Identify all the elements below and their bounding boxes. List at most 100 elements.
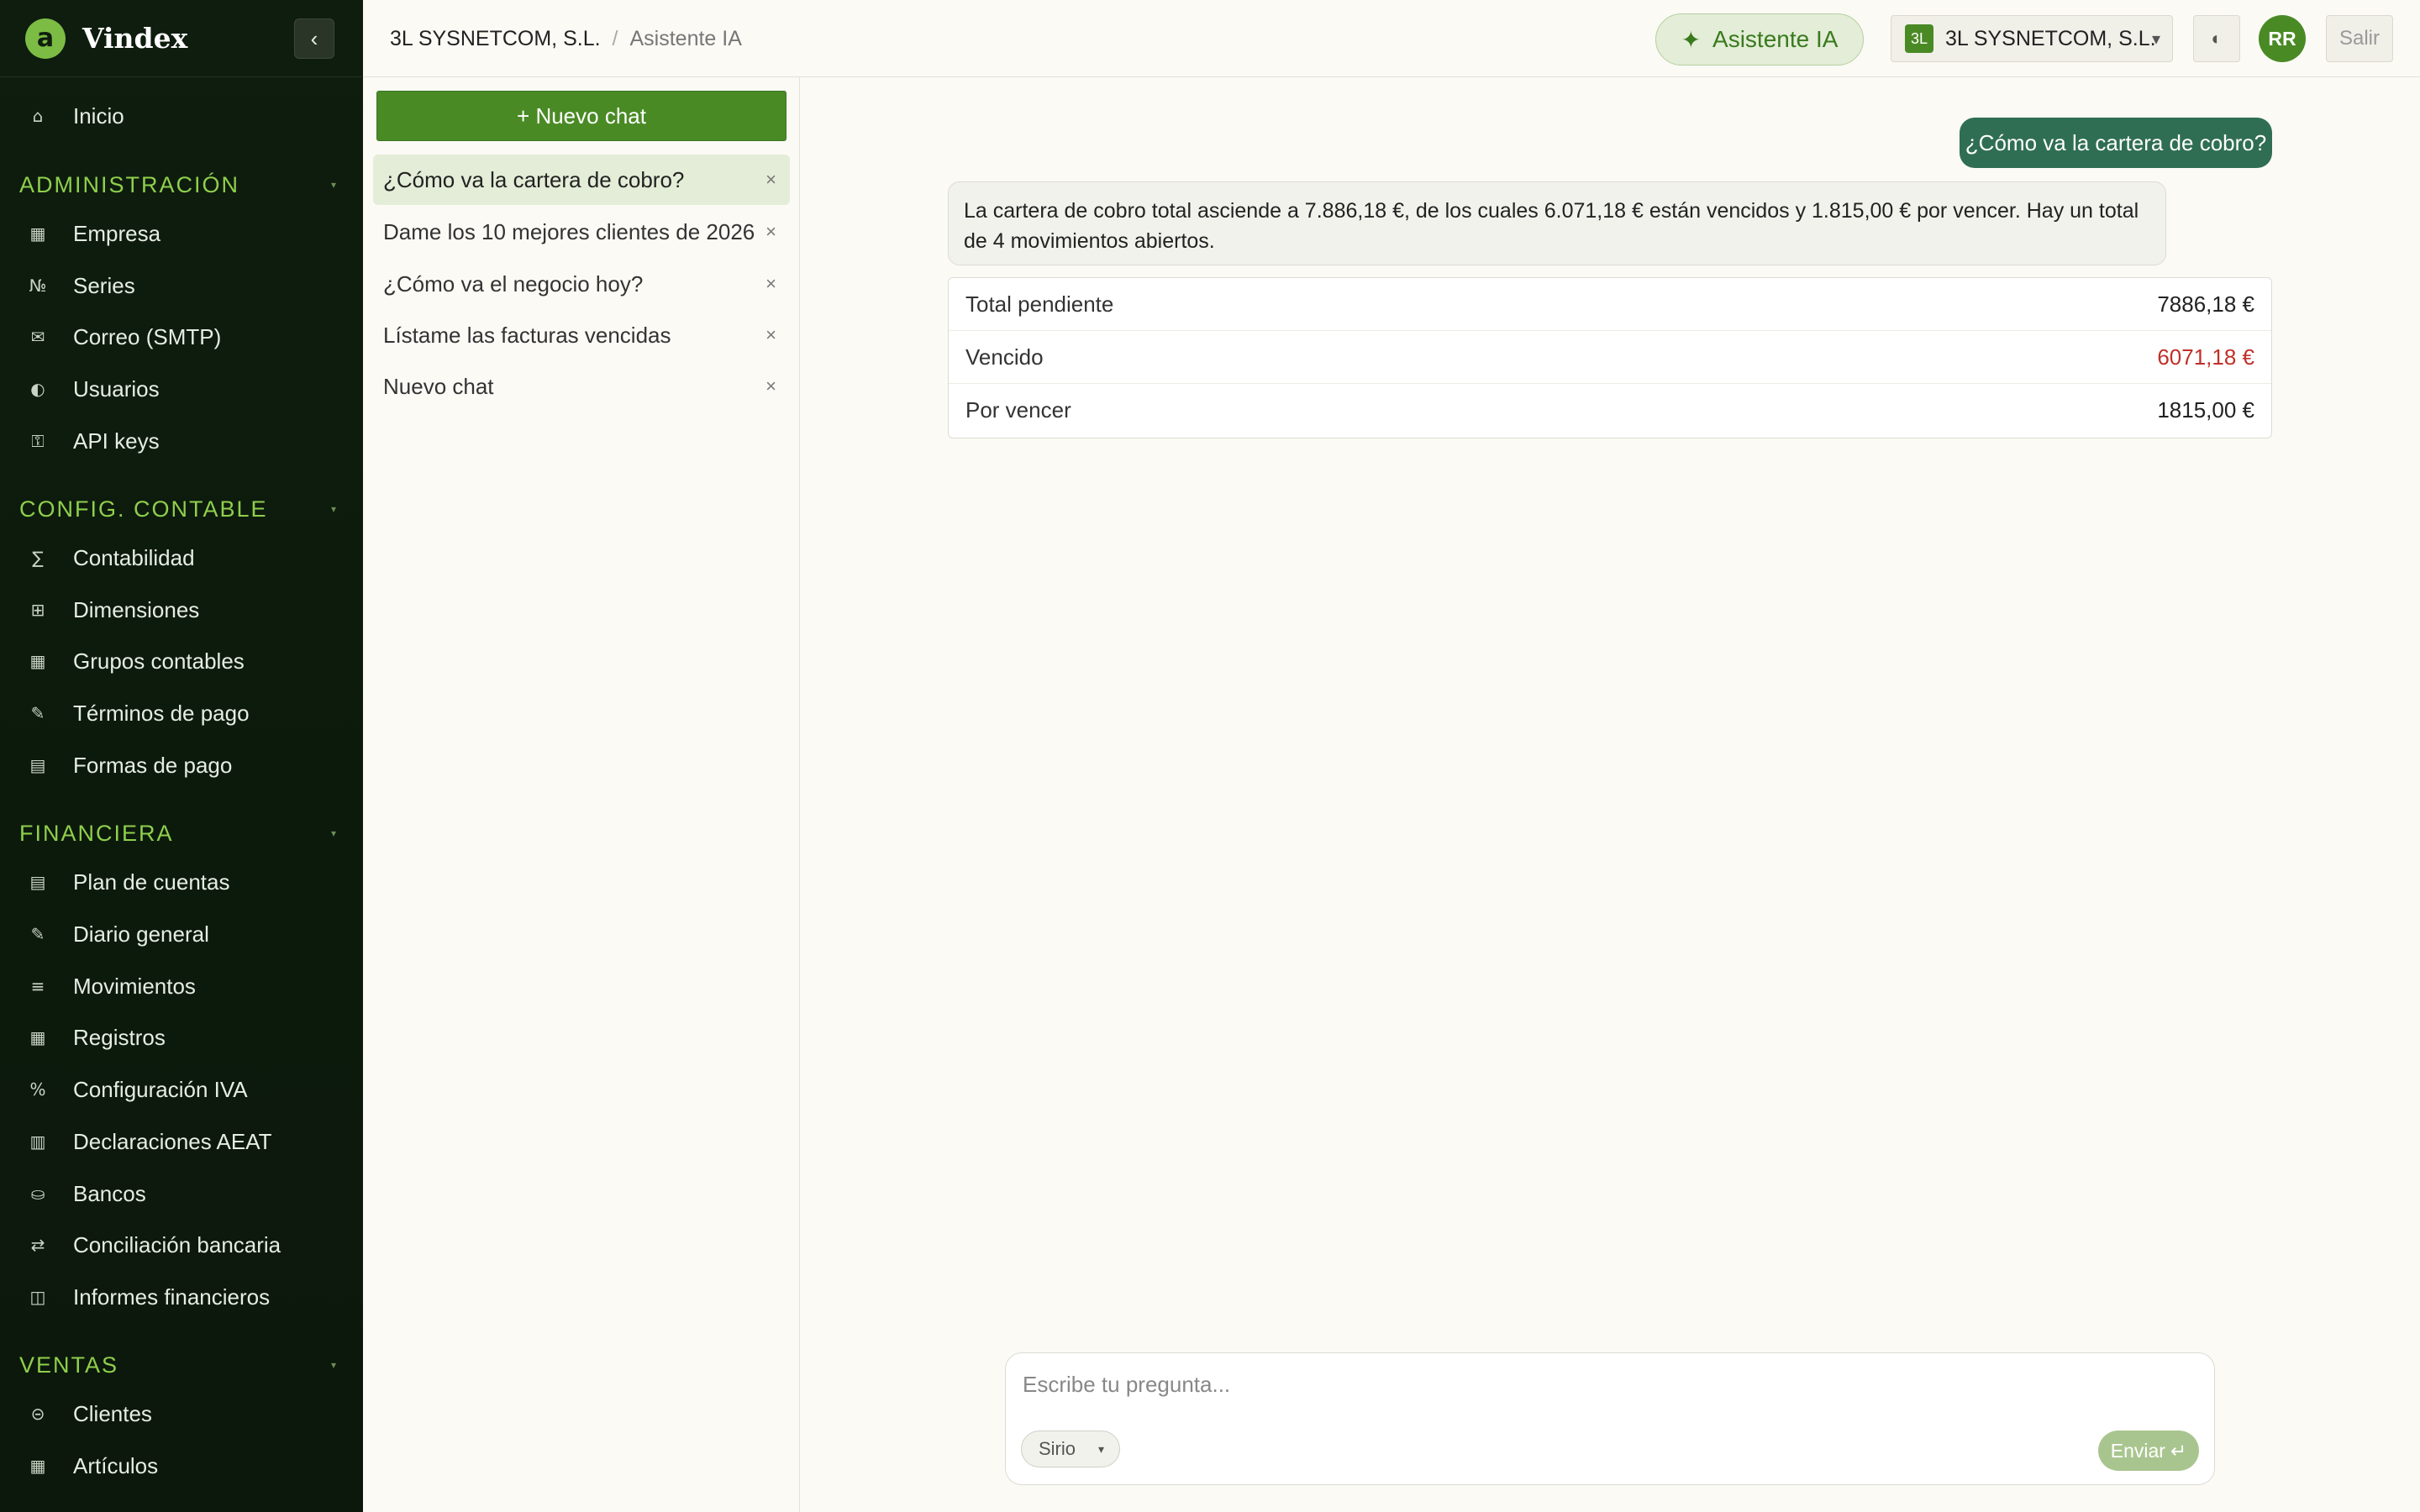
- ai-assistant-label: Asistente IA: [1712, 26, 1839, 52]
- chat-item[interactable]: Lístame las facturas vencidas ×: [373, 310, 790, 360]
- section-financiera[interactable]: FINANCIERA ▾: [0, 812, 363, 854]
- sidebar-item-informes-financieros[interactable]: ◫ Informes financieros: [0, 1272, 363, 1322]
- chat-item[interactable]: ¿Cómo va el negocio hoy? ×: [373, 259, 790, 309]
- row-label: Total pendiente: [965, 291, 1114, 317]
- list-icon: ▤: [29, 872, 46, 892]
- close-icon[interactable]: ×: [765, 273, 776, 295]
- sparkle-icon: ✦: [1681, 26, 1702, 53]
- sidebar-item-plan-cuentas[interactable]: ▤ Plan de cuentas: [0, 857, 363, 907]
- document-icon: ▥: [29, 1131, 46, 1152]
- box-icon: ▦: [29, 1456, 46, 1476]
- company-name: 3L SYSNETCOM, S.L.: [1945, 26, 2156, 50]
- section-administracion[interactable]: ADMINISTRACIÓN ▾: [0, 164, 363, 206]
- question-input[interactable]: Escribe tu pregunta...: [1023, 1372, 1230, 1398]
- sidebar-item-registros[interactable]: ▦ Registros: [0, 1012, 363, 1063]
- collapse-sidebar-button[interactable]: ‹: [294, 18, 334, 59]
- breadcrumb-current-page: Asistente IA: [629, 26, 742, 50]
- chat-item[interactable]: Dame los 10 mejores clientes de 2026 ×: [373, 207, 790, 257]
- chevron-down-icon: ▾: [330, 827, 338, 839]
- home-icon: ⌂: [32, 106, 44, 126]
- numero-icon: №: [29, 276, 47, 296]
- avatar[interactable]: RR: [2259, 15, 2306, 62]
- close-icon[interactable]: ×: [765, 221, 776, 243]
- report-icon: ◫: [29, 1287, 46, 1307]
- sidebar-item-label: Configuración IVA: [73, 1076, 248, 1102]
- company-selector[interactable]: 3L 3L SYSNETCOM, S.L. ▾: [1891, 15, 2173, 62]
- sidebar-item-formas-pago[interactable]: ▤ Formas de pago: [0, 740, 363, 790]
- sidebar-item-empresa[interactable]: ▦ Empresa: [0, 208, 363, 259]
- sidebar-item-terminos-pago[interactable]: ✎ Términos de pago: [0, 688, 363, 738]
- company-badge: 3L: [1905, 24, 1933, 53]
- sidebar-item-label: Dimensiones: [73, 596, 200, 622]
- sidebar-item-bancos[interactable]: ⛀ Bancos: [0, 1168, 363, 1219]
- user-message: ¿Cómo va la cartera de cobro?: [1960, 118, 2272, 168]
- sidebar-header: a Vindex ‹: [0, 0, 363, 77]
- chat-item-title: ¿Cómo va el negocio hoy?: [383, 270, 644, 297]
- sidebar-item-label: Clientes: [73, 1400, 152, 1426]
- sidebar-item-label: Bancos: [73, 1180, 146, 1206]
- sidebar-item-configuracion-iva[interactable]: % Configuración IVA: [0, 1064, 363, 1115]
- chat-item[interactable]: ¿Cómo va la cartera de cobro? ×: [373, 155, 790, 205]
- sidebar-item-clientes[interactable]: ⊝ Clientes: [0, 1389, 363, 1439]
- clients-icon: ⊝: [30, 1404, 45, 1424]
- sidebar-item-usuarios[interactable]: ◐ Usuarios: [0, 364, 363, 414]
- sidebar-item-grupos-contables[interactable]: ▦ Grupos contables: [0, 636, 363, 686]
- row-label: Por vencer: [965, 397, 1071, 423]
- table-icon: ▦: [29, 1027, 46, 1047]
- close-icon[interactable]: ×: [765, 324, 776, 346]
- mail-icon: ✉: [30, 327, 45, 347]
- chat-item[interactable]: Nuevo chat ×: [373, 361, 790, 412]
- sidebar-item-label: Correo (SMTP): [73, 323, 222, 349]
- sidebar-item-series[interactable]: № Series: [0, 260, 363, 311]
- sidebar-item-movimientos[interactable]: ≡ Movimientos: [0, 961, 363, 1011]
- new-chat-button[interactable]: + Nuevo chat: [376, 91, 786, 141]
- chat-item-title: Lístame las facturas vencidas: [383, 322, 671, 348]
- section-ventas[interactable]: VENTAS ▾: [0, 1344, 363, 1386]
- sidebar-item-label: Grupos contables: [73, 648, 245, 674]
- sidebar-item-label: Movimientos: [73, 973, 196, 999]
- sidebar-item-contabilidad[interactable]: ∑ Contabilidad: [0, 533, 363, 583]
- breadcrumb: 3L SYSNETCOM, S.L. / Asistente IA: [390, 0, 742, 77]
- model-selector[interactable]: Sirio ▾: [1021, 1431, 1120, 1467]
- breadcrumb-separator: /: [612, 26, 618, 50]
- close-icon[interactable]: ×: [765, 375, 776, 397]
- brand-name: Vindex: [82, 22, 188, 55]
- grid-icon: ⊞: [30, 600, 45, 620]
- chevron-down-icon: ▾: [330, 503, 338, 515]
- vindex-logo-icon: a: [25, 18, 66, 59]
- sidebar-item-label: API keys: [73, 428, 160, 454]
- sidebar-item-conciliacion-bancaria[interactable]: ⇄ Conciliación bancaria: [0, 1220, 363, 1270]
- chevron-down-icon: ▾: [330, 1359, 338, 1371]
- sidebar-item-diario-general[interactable]: ✎ Diario general: [0, 909, 363, 959]
- sidebar-item-label: Series: [73, 272, 135, 298]
- section-config-contable[interactable]: CONFIG. CONTABLE ▾: [0, 488, 363, 530]
- sidebar-item-dimensiones[interactable]: ⊞ Dimensiones: [0, 585, 363, 635]
- sidebar-item-label: Contabilidad: [73, 544, 195, 570]
- result-table: Total pendiente 7886,18 € Vencido 6071,1…: [948, 277, 2272, 438]
- enter-icon: ↵: [2170, 1439, 2187, 1462]
- ai-assistant-button[interactable]: ✦ Asistente IA: [1655, 13, 1864, 66]
- sidebar-item-articulos[interactable]: ▦ Artículos: [0, 1441, 363, 1491]
- sidebar-item-declaraciones-aeat[interactable]: ▥ Declaraciones AEAT: [0, 1116, 363, 1167]
- row-value: 7886,18 €: [2157, 291, 2254, 317]
- close-icon[interactable]: ×: [765, 169, 776, 191]
- building-icon: ▦: [29, 223, 46, 244]
- topbar: 3L SYSNETCOM, S.L. / Asistente IA ✦ Asis…: [363, 0, 2420, 77]
- sidebar-item-api-keys[interactable]: ⚿ API keys: [0, 416, 363, 466]
- user-icon: ◐: [30, 379, 45, 399]
- sidebar-item-label: Registros: [73, 1024, 166, 1050]
- logout-button[interactable]: Salir: [2326, 15, 2393, 62]
- table-row: Vencido 6071,18 €: [949, 331, 2271, 384]
- theme-toggle-button[interactable]: ◐: [2193, 15, 2240, 62]
- sidebar-item-inicio[interactable]: ⌂ Inicio: [0, 91, 363, 141]
- sidebar-item-correo[interactable]: ✉ Correo (SMTP): [0, 312, 363, 362]
- sidebar-item-label: Plan de cuentas: [73, 869, 230, 895]
- send-button[interactable]: Enviar ↵: [2098, 1431, 2199, 1471]
- lines-icon: ≡: [30, 976, 45, 996]
- sidebar-item-label: Conciliación bancaria: [73, 1231, 281, 1257]
- chat-item-title: Dame los 10 mejores clientes de 2026: [383, 218, 755, 244]
- chevron-down-icon: ▾: [1097, 1441, 1104, 1456]
- breadcrumb-company[interactable]: 3L SYSNETCOM, S.L.: [390, 27, 601, 51]
- contrast-icon: ◐: [2211, 28, 2223, 49]
- pencil-icon: ✎: [30, 924, 45, 944]
